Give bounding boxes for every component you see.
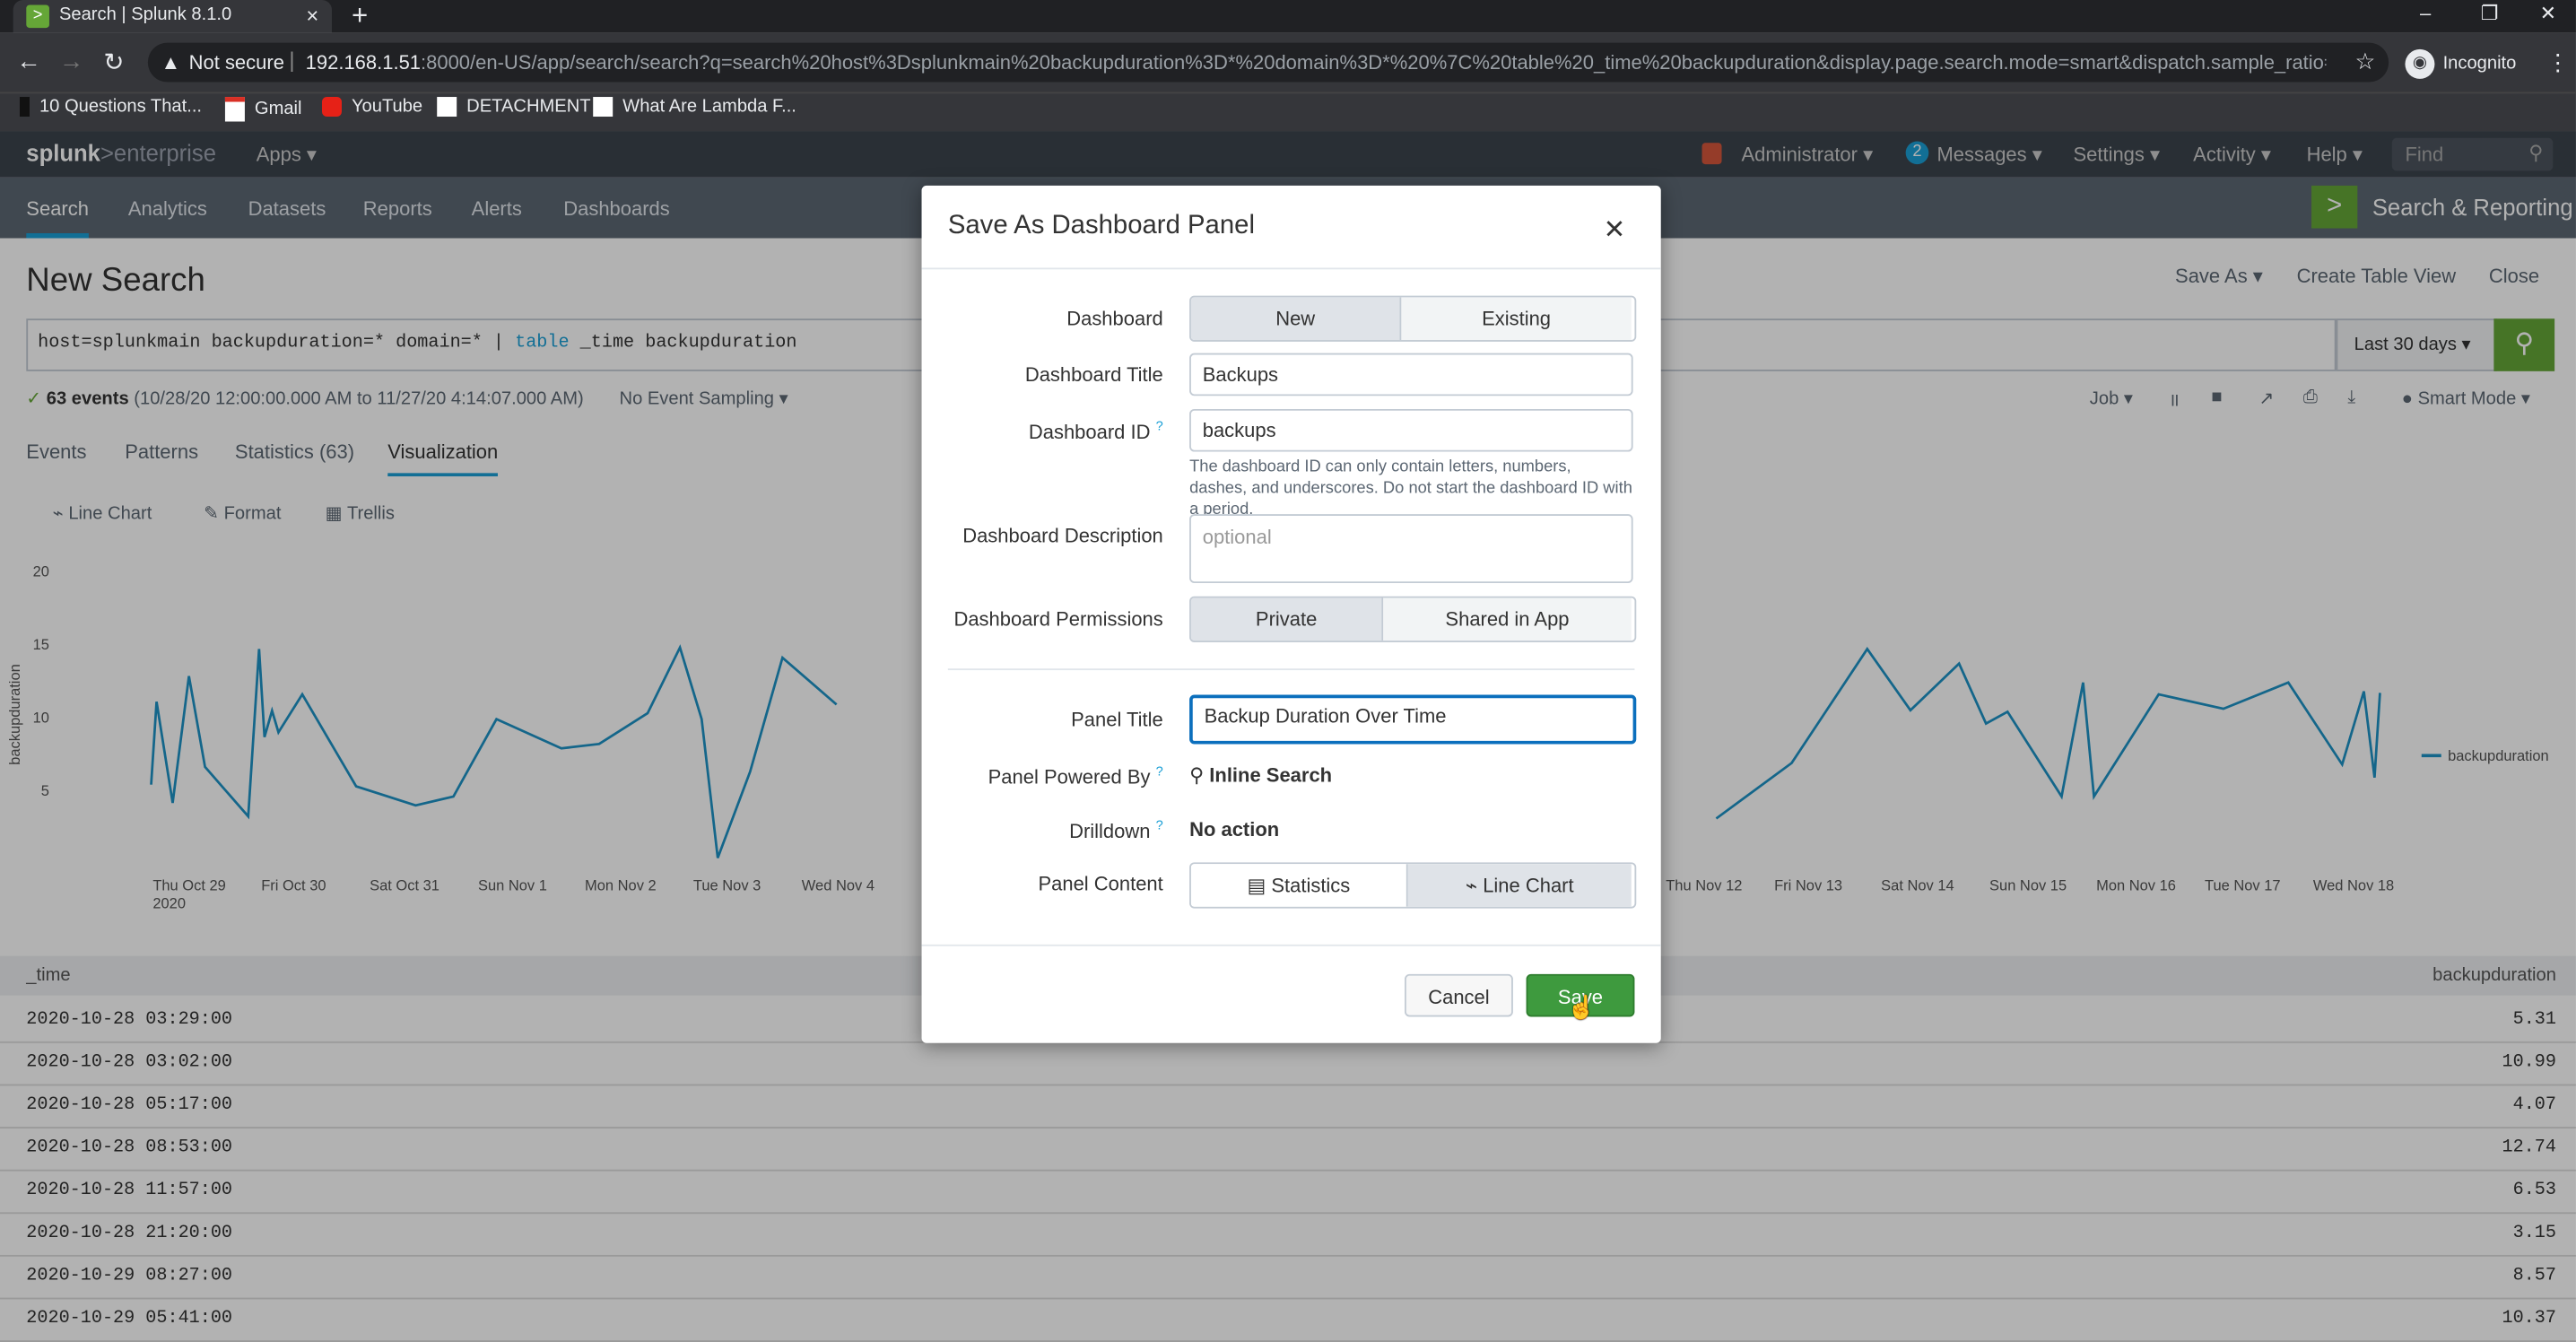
close-icon[interactable]: ✕ [1604, 214, 1626, 247]
help-icon[interactable]: ? [1156, 763, 1163, 778]
table-icon: ▤ [1247, 874, 1272, 897]
bookmark-lambda[interactable]: What Are Lambda F... [593, 97, 796, 118]
option-label: Line Chart [1483, 874, 1574, 897]
youtube-icon [321, 97, 342, 118]
panel-title-label: Panel Title [1071, 708, 1163, 731]
content-statistics-option[interactable]: ▤ Statistics [1190, 864, 1408, 907]
bookmark-item[interactable]: 10 Questions That... [19, 97, 203, 118]
url-text[interactable]: 192.168.1.51:8000/en-US/app/search/searc… [306, 51, 2327, 74]
browser-tab-bar [0, 0, 2576, 33]
dashboard-existing-option[interactable]: Existing [1401, 297, 1632, 341]
dashboard-title-label: Dashboard Title [1024, 362, 1163, 387]
tab-title: Search | Splunk 8.1.0 [58, 4, 232, 25]
divider [921, 267, 1661, 270]
drilldown-label: Drilldown ? [922, 818, 1163, 842]
bookmark-youtube[interactable]: YouTube [321, 97, 423, 118]
dashboard-label: Dashboard [1066, 307, 1163, 331]
modal-title: Save As Dashboard Panel [947, 212, 1255, 240]
value-text: Inline Search [1209, 763, 1333, 788]
bookmark-star-icon[interactable]: ☆ [2354, 48, 2375, 75]
lambda-icon [593, 97, 614, 118]
divider [921, 944, 1661, 946]
bookmark-label: YouTube [351, 97, 423, 118]
incognito-icon: ◉ [2405, 48, 2435, 79]
divider [947, 668, 1635, 671]
gmail-icon [224, 97, 245, 122]
splunk-icon: > [26, 4, 49, 29]
option-label: Statistics [1271, 874, 1351, 897]
panel-content-label: Panel Content [1038, 872, 1163, 895]
close-tab-icon[interactable]: × [306, 4, 318, 28]
browser-tab[interactable]: > Search | Splunk 8.1.0 × [13, 0, 332, 33]
incognito-indicator[interactable]: ◉ Incognito [2405, 48, 2517, 79]
url-host: 192.168.1.51 [305, 50, 422, 74]
dashboard-id-help: The dashboard ID can only contain letter… [1189, 458, 1632, 519]
incognito-label: Incognito [2442, 54, 2517, 74]
dashboard-description-label: Dashboard Description [962, 524, 1163, 547]
label-text: Drilldown [1069, 819, 1151, 843]
dashboard-permissions-label: Dashboard Permissions [953, 607, 1163, 632]
line-chart-icon: ⌁ [1465, 874, 1484, 897]
bookmark-detachment[interactable]: DETACHMENT [437, 97, 591, 118]
window-close-icon[interactable]: ✕ [2540, 2, 2556, 25]
dashboard-new-option[interactable]: New [1190, 297, 1402, 341]
permission-shared-option[interactable]: Shared in App [1383, 597, 1632, 641]
back-icon[interactable]: ← [16, 48, 40, 75]
label-text: Dashboard ID [1028, 420, 1151, 444]
warning-icon: ▲ [161, 50, 181, 74]
forward-icon[interactable]: → [59, 48, 83, 75]
bookmark-label: 10 Questions That... [39, 97, 203, 118]
bookmark-icon [19, 97, 30, 118]
label-text: Panel Powered By [988, 765, 1151, 789]
bookmark-label: Gmail [254, 99, 302, 119]
pointer-cursor-icon: ☝ [1567, 993, 1597, 1021]
reload-icon[interactable]: ↻ [103, 48, 124, 77]
url-separator: | [289, 48, 295, 73]
dashboard-description-input[interactable]: optional [1189, 514, 1633, 584]
minimize-icon[interactable]: – [2420, 2, 2431, 25]
search-icon: ⚲ [1189, 763, 1210, 788]
permissions-toggle: Private Shared in App [1189, 596, 1637, 642]
dashboard-title-input[interactable]: Backups [1189, 353, 1633, 396]
restore-icon[interactable]: ❐ [2481, 2, 2499, 25]
bookmark-gmail[interactable]: Gmail [224, 97, 302, 122]
help-icon[interactable]: ? [1156, 818, 1163, 832]
cancel-button[interactable]: Cancel [1405, 973, 1513, 1017]
dashboard-id-label: Dashboard ID ? [922, 419, 1163, 443]
detachment-icon [437, 97, 457, 118]
dashboard-id-input[interactable]: backups [1189, 408, 1633, 452]
not-secure-label: Not secure [188, 50, 284, 74]
content-line-chart-option[interactable]: ⌁ Line Chart [1407, 864, 1632, 907]
panel-content-toggle: ▤ Statistics ⌁ Line Chart [1189, 862, 1637, 909]
drilldown-value: No action [1189, 817, 1280, 841]
save-dashboard-modal: Save As Dashboard Panel ✕ Dashboard New … [921, 185, 1661, 1043]
bookmark-label: What Are Lambda F... [622, 97, 796, 118]
help-icon[interactable]: ? [1156, 419, 1163, 433]
panel-title-input[interactable]: Backup Duration Over Time [1189, 694, 1637, 745]
url-rest: :8000/en-US/app/search/search?q=search%2… [421, 50, 2327, 74]
dashboard-toggle: New Existing [1189, 295, 1637, 342]
new-tab-icon[interactable]: + [352, 0, 368, 33]
permission-private-option[interactable]: Private [1190, 597, 1384, 641]
panel-powered-value: ⚲ Inline Search [1189, 763, 1332, 787]
url-bar[interactable]: ▲ Not secure | 192.168.1.51:8000/en-US/a… [147, 42, 2389, 83]
bookmark-label: DETACHMENT [466, 97, 591, 118]
panel-powered-label: Panel Powered By ? [922, 763, 1163, 788]
menu-icon[interactable]: ⋮ [2546, 49, 2570, 77]
